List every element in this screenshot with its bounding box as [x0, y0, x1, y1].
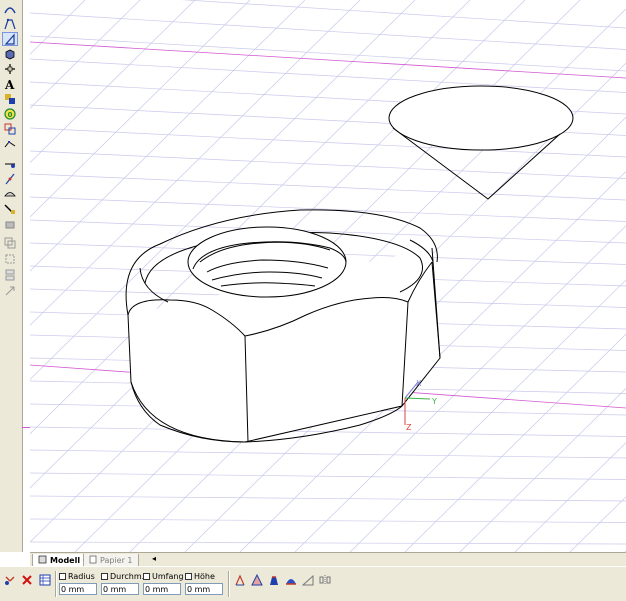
model-tab-icon [38, 555, 47, 566]
cancel-icon[interactable] [20, 573, 34, 587]
height-label: Höhe [194, 571, 215, 581]
pyramid-tool-icon[interactable] [250, 573, 264, 587]
arc-icon[interactable] [2, 2, 18, 16]
move-icon[interactable] [2, 62, 18, 76]
perimeter-label: Umfang [152, 571, 184, 581]
layer-icon[interactable]: 0 [2, 107, 18, 121]
frustum-tool-icon[interactable] [267, 573, 281, 587]
copy-icon[interactable] [2, 236, 18, 250]
dome-tool-icon[interactable] [284, 573, 298, 587]
diameter-input[interactable] [101, 583, 139, 595]
extend-icon[interactable] [2, 187, 18, 201]
grid-line [30, 0, 196, 164]
radius-field: Radius [59, 570, 97, 598]
layout-tabs: Modell Papier 1 ◂ [30, 552, 626, 567]
tab-scroll-left-icon[interactable]: ◂ [152, 554, 156, 563]
wedge-tool-icon[interactable] [301, 573, 315, 587]
diameter-lock-icon[interactable] [101, 572, 108, 580]
radius-label: Radius [68, 571, 95, 581]
separator [228, 571, 230, 597]
radius-input[interactable] [59, 583, 97, 595]
measure-icon[interactable] [2, 157, 18, 171]
svg-text:0: 0 [8, 111, 13, 119]
tab-label: Modell [50, 555, 81, 565]
radius-lock-icon[interactable] [59, 572, 66, 580]
perimeter-field: Umfang [143, 570, 184, 598]
bezier-icon[interactable] [2, 17, 18, 31]
axis-z-label: Z [406, 423, 412, 432]
fill-icon[interactable] [2, 92, 18, 106]
node-edit-icon[interactable] [2, 137, 18, 151]
mirror-tool-icon[interactable] [318, 573, 332, 587]
tab-label: Papier 1 [100, 555, 133, 565]
shade-icon[interactable] [2, 202, 18, 216]
axis-x-label: X [416, 379, 422, 388]
cone-tool-icon[interactable] [233, 573, 247, 587]
hex-nut-object[interactable] [125, 209, 441, 443]
diameter-label: Durchm. [110, 571, 145, 581]
grid-line [514, 442, 626, 552]
grid-line [181, 0, 626, 29]
svg-text:A: A [4, 78, 15, 90]
grid-line [30, 58, 626, 93]
grid-line [30, 196, 626, 222]
trim-icon[interactable] [2, 172, 18, 186]
height-input[interactable] [185, 583, 223, 595]
table-icon[interactable] [38, 573, 52, 587]
draw-tool-icon[interactable] [2, 32, 18, 46]
grid-line [30, 35, 626, 72]
solid-icon[interactable] [2, 47, 18, 61]
stack-icon[interactable] [2, 268, 18, 282]
property-bar: Radius Durchm. Umfang Höhe [0, 566, 626, 601]
perimeter-lock-icon[interactable] [143, 572, 150, 580]
grid-line [459, 387, 626, 552]
grid-line [404, 333, 626, 552]
model-viewport[interactable]: X Y Z [30, 0, 626, 552]
pick-icon[interactable] [3, 573, 17, 587]
paint-icon[interactable] [2, 218, 18, 232]
grid-line [30, 541, 626, 545]
height-field: Höhe [185, 570, 223, 598]
grid-line [30, 495, 626, 502]
array-icon[interactable] [2, 252, 18, 266]
axis-y-label: Y [431, 397, 437, 406]
grid-line [569, 496, 626, 552]
text-icon[interactable]: A [2, 77, 18, 91]
separator [55, 571, 57, 597]
height-lock-icon[interactable] [185, 572, 192, 580]
grid-line [30, 173, 626, 201]
scale-icon[interactable] [2, 284, 18, 298]
grid-accent-tick [22, 427, 30, 428]
paper-tab-icon [89, 555, 97, 566]
grid-line [30, 41, 626, 79]
perimeter-input[interactable] [143, 583, 181, 595]
tool-palette: A 0 [0, 0, 23, 552]
grid-line [30, 0, 86, 55]
group-icon[interactable] [2, 122, 18, 136]
diameter-field: Durchm. [101, 570, 144, 598]
